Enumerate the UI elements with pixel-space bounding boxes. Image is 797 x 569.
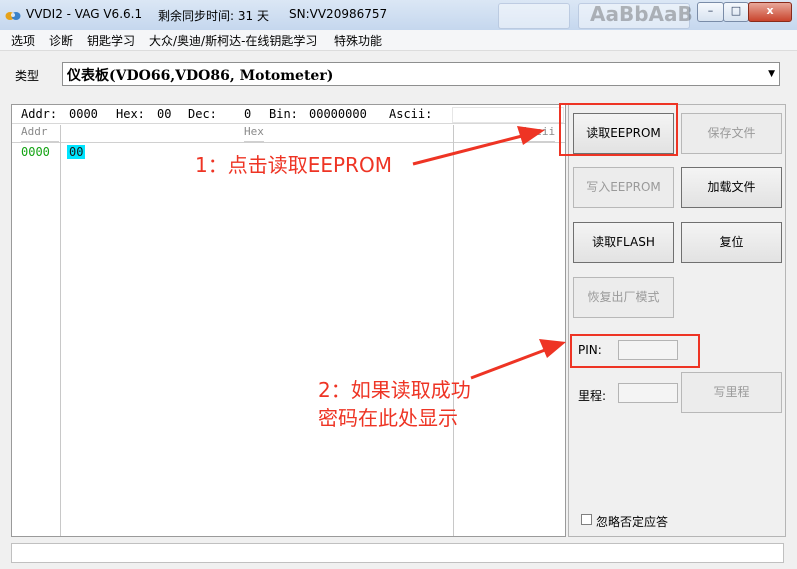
bin-value: 00000000 — [309, 107, 367, 121]
header-divider — [12, 142, 565, 143]
dec-value: 0 — [244, 107, 252, 121]
annotation-highlight-pin — [570, 334, 700, 368]
reset-button[interactable]: 复位 — [681, 222, 782, 263]
maximize-button[interactable]: □ — [723, 2, 749, 22]
save-file-button[interactable]: 保存文件 — [681, 113, 782, 154]
annotation-step2-line2: 密码在此处显示 — [318, 406, 458, 430]
row-address: 0000 — [21, 145, 50, 159]
load-file-button[interactable]: 加载文件 — [681, 167, 782, 208]
chevron-down-icon[interactable]: ▼ — [768, 69, 775, 79]
read-flash-button[interactable]: 读取FLASH — [573, 222, 674, 263]
annotation-step2-line1: 2：如果读取成功 — [318, 378, 471, 402]
menu-bar: 选项 诊断 钥匙学习 大众/奥迪/斯柯达-在线钥匙学习 特殊功能 — [0, 30, 797, 51]
mileage-field[interactable] — [618, 383, 678, 403]
mileage-label: 里程: — [578, 389, 607, 403]
minimize-button[interactable]: – — [697, 2, 724, 22]
hex-cell-selected[interactable]: 00 — [67, 145, 86, 159]
ignore-negative-response-label: 忽略否定应答 — [596, 515, 669, 529]
title-bar: VVDI2 - VAG V6.6.1 剩余同步时间: 31 天 SN:VV209… — [0, 0, 797, 31]
status-bar — [11, 543, 784, 563]
remaining-sync-time: 剩余同步时间: 31 天 — [158, 9, 269, 23]
write-mileage-button[interactable]: 写里程 — [681, 372, 782, 413]
menu-key-learning[interactable]: 钥匙学习 — [87, 32, 135, 49]
hex-column-header: Hex — [244, 125, 264, 142]
menu-options[interactable]: 选项 — [11, 32, 35, 49]
addr-label: Addr: — [21, 107, 58, 121]
addr-column-header: Addr — [21, 125, 59, 142]
menu-diagnose[interactable]: 诊断 — [49, 32, 73, 49]
type-label: 类型 — [15, 69, 40, 83]
annotation-highlight-read-eeprom — [559, 103, 678, 156]
column-divider — [60, 125, 61, 536]
dec-label: Dec: — [188, 107, 217, 121]
hex-value: 00 — [157, 107, 172, 121]
serial-number: SN:VV20986757 — [289, 7, 388, 21]
bin-label: Bin: — [269, 107, 298, 121]
ignore-negative-response-checkbox[interactable] — [581, 514, 592, 525]
type-select[interactable]: 仪表板(VDO66,VDO86, Motometer) ▼ — [62, 62, 780, 86]
menu-special-functions[interactable]: 特殊功能 — [334, 32, 382, 49]
background-window-tab — [498, 3, 570, 29]
menu-online-key-learning[interactable]: 大众/奥迪/斯柯达-在线钥匙学习 — [149, 32, 317, 49]
window-title: VVDI2 - VAG V6.6.1 — [26, 7, 143, 21]
hex-label: Hex: — [116, 107, 145, 121]
hex-status-row: Addr: 0000 Hex: 00 Dec: 0 Bin: 00000000 … — [12, 105, 565, 124]
column-divider — [453, 125, 454, 536]
addr-value: 0000 — [69, 107, 98, 121]
background-window-text: AaBbAaB — [590, 2, 693, 26]
ascii-column-header: Ascii — [522, 125, 556, 142]
factory-restore-button[interactable]: 恢复出厂模式 — [573, 277, 674, 318]
app-logo-icon — [5, 12, 21, 20]
write-eeprom-button[interactable]: 写入EEPROM — [573, 167, 674, 208]
type-select-value: 仪表板(VDO66,VDO86, Motometer) — [67, 68, 334, 84]
close-button[interactable]: x — [748, 2, 792, 22]
ascii-value — [452, 107, 564, 123]
annotation-step1: 1：点击读取EEPROM — [195, 153, 392, 177]
ascii-label: Ascii: — [389, 107, 433, 121]
